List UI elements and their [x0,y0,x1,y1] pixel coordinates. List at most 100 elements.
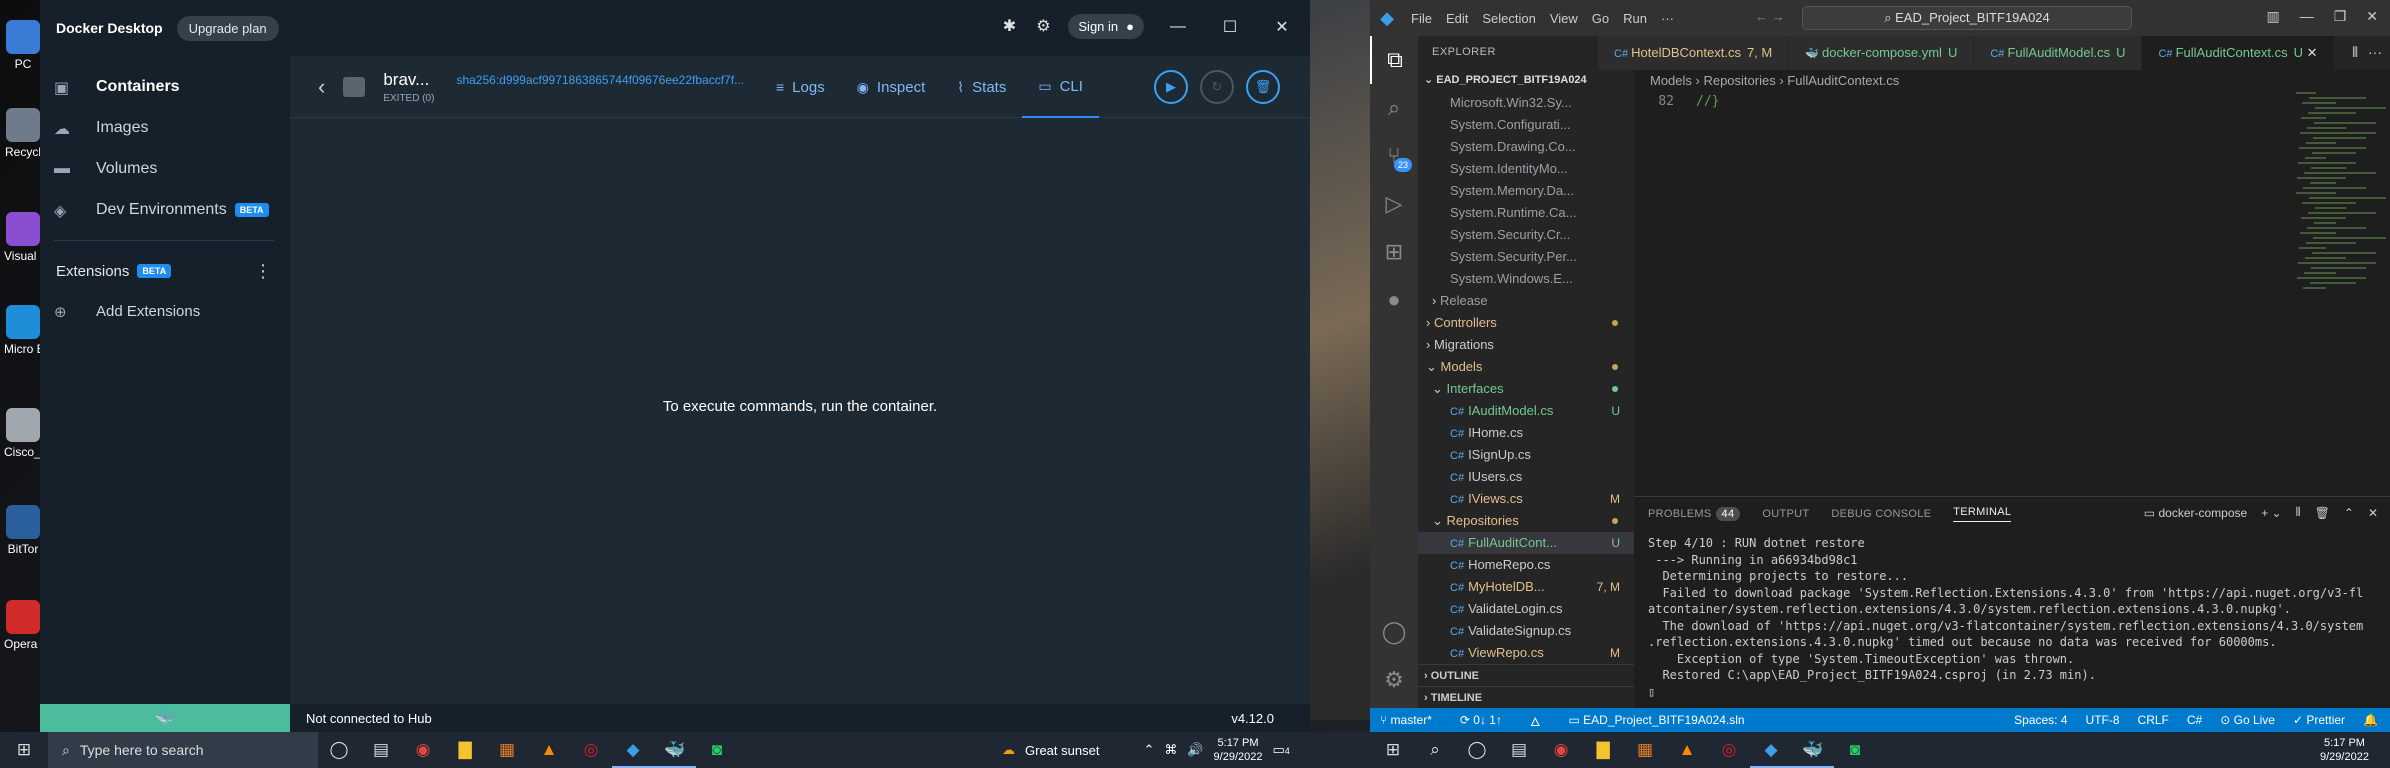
indent-status[interactable]: Spaces: 4 [2014,713,2067,727]
chrome-icon[interactable]: ◉ [1540,732,1582,768]
chevron-up-icon[interactable]: ⌃ [1143,742,1154,758]
opera-icon[interactable]: ◎ [570,732,612,768]
tree-file[interactable]: System.Memory.Da... [1418,180,1634,202]
docker-icon[interactable]: 🐳 [654,732,696,768]
widgets-icon[interactable]: ▤ [360,732,402,768]
vscode-icon[interactable]: ◆ [612,732,654,768]
menu-item[interactable]: File [1411,11,1432,26]
vlc-icon[interactable]: ▲ [528,732,570,768]
tab-logs[interactable]: ≡ Logs [760,56,841,118]
layout-icon[interactable]: ▥ [2266,8,2279,25]
solution-status[interactable]: ▭ EAD_Project_BITF19A024.sln [1568,713,1744,727]
breadcrumb[interactable]: Models › Repositories › FullAuditContext… [1634,70,2390,92]
restart-button[interactable]: ↻ [1200,70,1234,104]
chrome-icon[interactable]: ◉ [402,732,444,768]
container-sha[interactable]: sha256:d999acf9971863865744f09676ee22fba… [456,73,744,87]
docker-whale-icon[interactable]: 🐳 [40,704,290,732]
tree-folder[interactable]: ⌄ Repositories [1418,510,1634,532]
tree-file[interactable]: Microsoft.Win32.Sy... [1418,92,1634,114]
github-icon[interactable]: ● [1370,276,1418,324]
tree-file[interactable]: System.IdentityMo... [1418,158,1634,180]
terminal-select[interactable]: ▭ docker-compose [2144,506,2247,520]
notification-icon[interactable]: ▭4 [1272,742,1289,758]
search-icon[interactable]: ⌕ [1370,84,1418,132]
settings-gear-icon[interactable]: ⚙ [1370,656,1418,704]
docker-icon[interactable]: 🐳 [1792,732,1834,768]
bug-icon[interactable]: ✱ [1000,18,1018,36]
source-control-icon[interactable]: ⑂ 23 [1370,132,1418,180]
minimize-icon[interactable]: — [1160,18,1196,36]
nav-arrows-icon[interactable]: ← → [1755,9,1785,24]
prettier-status[interactable]: ✓ Prettier [2293,713,2345,727]
office-icon[interactable]: ▦ [486,732,528,768]
close-panel-icon[interactable]: ✕ [2368,506,2378,520]
editor-tab[interactable]: 🐳 docker-compose.yml U [1789,36,1975,70]
editor-tab[interactable]: C# FullAuditModel.cs U [1974,36,2143,70]
windows-start-icon[interactable]: ⊞ [1372,732,1414,768]
tree-file[interactable]: C# HomeRepo.cs [1418,554,1634,576]
tree-file[interactable]: System.Configurati... [1418,114,1634,136]
timeline-section[interactable]: › TIMELINE [1418,686,1634,708]
task-view-icon[interactable]: ◯ [318,732,360,768]
outline-section[interactable]: › OUTLINE [1418,664,1634,686]
menu-item[interactable]: View [1550,11,1578,26]
opera-icon[interactable]: ◎ [1708,732,1750,768]
tree-folder[interactable]: › Migrations [1418,334,1634,356]
eol-status[interactable]: CRLF [2138,713,2169,727]
desktop-icon[interactable]: Cisco_P [4,408,42,459]
clock[interactable]: 5:17 PM 9/29/2022 [2320,736,2369,764]
tab-debug-console[interactable]: DEBUG CONSOLE [1831,508,1931,520]
tree-file[interactable]: System.Security.Per... [1418,246,1634,268]
tree-file[interactable]: C# IUsers.cs [1418,466,1634,488]
vlc-icon[interactable]: ▲ [1666,732,1708,768]
tree-file[interactable]: System.Windows.E... [1418,268,1634,290]
tree-file[interactable]: C# MyHotelDB... 7, M [1418,576,1634,598]
notification-bell-icon[interactable]: 🔔 [2363,713,2378,727]
encoding-status[interactable]: UTF-8 [2086,713,2120,727]
start-button[interactable]: ▶ [1154,70,1188,104]
terminal-output[interactable]: Step 4/10 : RUN dotnet restore ---> Runn… [1634,531,2390,700]
sidebar-item-images[interactable]: ☁ Images [40,107,290,148]
office-icon[interactable]: ▦ [1624,732,1666,768]
more-vertical-icon[interactable]: ⋮ [254,261,272,282]
extensions-icon[interactable]: ⊞ [1370,228,1418,276]
menu-item[interactable]: Edit [1446,11,1468,26]
whatsapp-icon[interactable]: ◙ [696,732,738,768]
close-tab-icon[interactable]: ✕ [2303,45,2318,60]
branch-status[interactable]: ⑂ master* [1380,713,1432,727]
menu-item[interactable]: ··· [1661,11,1674,26]
whatsapp-icon[interactable]: ◙ [1834,732,1876,768]
weather-text[interactable]: Great sunset [1025,743,1099,758]
flame-icon[interactable]: 🜂 [1530,708,1541,733]
desktop-icon[interactable]: Recycl [4,108,42,159]
tab-output[interactable]: OUTPUT [1762,508,1809,520]
delete-button[interactable]: 🗑 [1246,70,1280,104]
sync-status[interactable]: ⟳ 0↓ 1↑ [1460,713,1502,727]
task-view-icon[interactable]: ◯ [1456,732,1498,768]
maximize-panel-icon[interactable]: ⌃ [2344,506,2354,520]
explorer-icon[interactable]: ⧉ [1370,36,1418,84]
tree-folder[interactable]: ⌄ Models [1418,356,1634,378]
sidebar-item-dev-environments[interactable]: ◈ Dev Environments BETA [40,189,290,230]
trash-icon[interactable]: 🗑 [2315,506,2330,520]
split-terminal-icon[interactable]: ⫴ [2296,505,2301,520]
close-icon[interactable]: ✕ [2366,8,2378,25]
tab-inspect[interactable]: ◉ Inspect [841,56,942,118]
tree-folder[interactable]: › Controllers [1418,312,1634,334]
gear-icon[interactable]: ⚙ [1034,18,1052,36]
network-icon[interactable]: ⌘ [1164,742,1177,758]
sign-in-button[interactable]: Sign in ● [1068,14,1144,39]
tree-file[interactable]: C# FullAuditCont... U [1418,532,1634,554]
vscode-icon[interactable]: ◆ [1750,732,1792,768]
command-center-search[interactable]: ⌕ EAD_Project_BITF19A024 [1802,6,2132,30]
volume-icon[interactable]: 🔊 [1187,742,1203,758]
editor-tab[interactable]: C# HotelDBContext.cs 7, M [1598,36,1790,70]
taskbar-search[interactable]: ⌕ Type here to search [48,732,318,768]
tree-folder[interactable]: ⌄ Interfaces [1418,378,1634,400]
tree-file[interactable]: C# IAuditModel.cs U [1418,400,1634,422]
desktop-icon[interactable]: BitTor [4,505,42,556]
close-icon[interactable]: ✕ [1264,17,1300,37]
run-debug-icon[interactable]: ▷ [1370,180,1418,228]
back-arrow-icon[interactable]: ‹ [318,74,325,100]
tree-file[interactable]: System.Runtime.Ca... [1418,202,1634,224]
